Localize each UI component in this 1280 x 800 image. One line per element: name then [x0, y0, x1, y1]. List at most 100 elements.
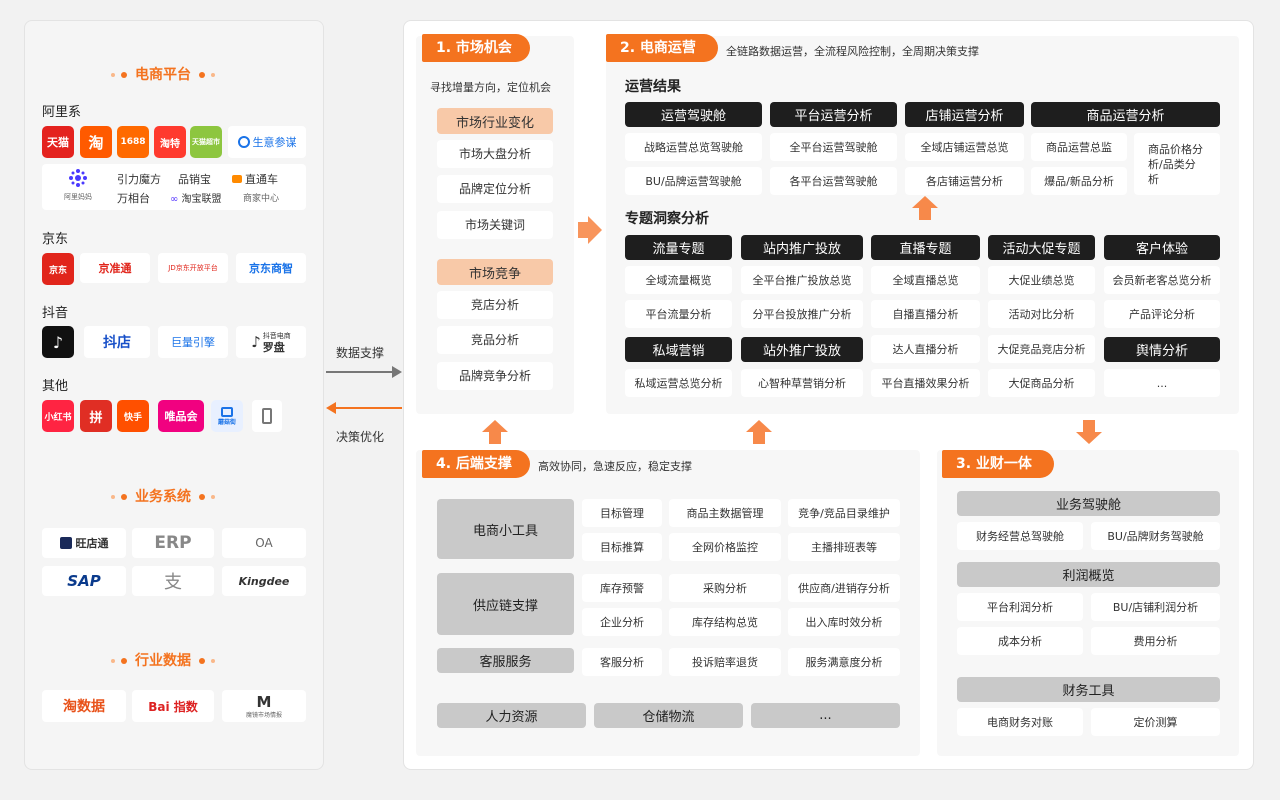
ops-result-item: 全域店铺运营总览: [905, 133, 1024, 161]
backend-item: 服务满意度分析: [788, 648, 900, 676]
wangdiantong-logo: 旺店通: [42, 528, 126, 558]
ops-result-item: 全平台运营驾驶舱: [770, 133, 897, 161]
ops-result-item: 各店铺运营分析: [905, 167, 1024, 195]
backend-tab: 4. 后端支撑: [422, 450, 530, 478]
topic-item: 分平台投放推广分析: [741, 300, 863, 328]
finance-item: 平台利润分析: [957, 593, 1083, 621]
backend-supply-head: 供应链支撑: [437, 573, 574, 635]
topic-item: 平台流量分析: [625, 300, 732, 328]
backend-item: 客服分析: [582, 648, 662, 676]
market-change-head: 市场行业变化: [437, 108, 553, 134]
market-subtitle: 寻找增量方向，定位机会: [430, 81, 551, 94]
topic-head: 私域营销: [625, 337, 732, 362]
ops-result-head: 运营驾驶舱: [625, 102, 762, 127]
jingzhuntong-logo: 京准通: [80, 253, 150, 283]
finance-item: 财务经营总驾驶舱: [957, 522, 1083, 550]
backend-subtitle: 高效协同，急速反应，稳定支撑: [538, 460, 692, 473]
zhitongche: 直通车: [232, 171, 278, 187]
mobile-icon: [252, 400, 282, 432]
taobao-lianmeng: ∞ 淘宝联盟: [170, 194, 222, 205]
ops-result-item: 战略运营总览驾驶舱: [625, 133, 762, 161]
ops-result-heading: 运营结果: [625, 79, 681, 95]
topic-item: 全域直播总览: [871, 266, 980, 294]
decision-label: 决策优化: [336, 430, 385, 444]
other-label: 其他: [42, 379, 69, 394]
topic-item: 大促商品分析: [988, 369, 1095, 397]
infinity-icon: ∞: [170, 194, 179, 205]
tmall-supermarket-logo: 天猫超市: [190, 126, 222, 158]
market-competition-head: 市场竞争: [437, 259, 553, 285]
ops-result-item: 商品运营总监: [1031, 133, 1127, 161]
topic-head: 舆情分析: [1104, 337, 1220, 362]
flow-arrow-up: [912, 196, 938, 220]
camera-icon: [221, 406, 233, 417]
data-support-arrow: [326, 366, 402, 378]
market-tab: 1. 市场机会: [422, 34, 530, 62]
topic-head: 站外推广投放: [741, 337, 863, 362]
backend-item: 企业分析: [582, 608, 662, 636]
wanxiangtai: 万相台: [117, 192, 150, 205]
luopan-logo: ♪ 抖音电商 罗盘: [236, 326, 306, 358]
topic-item: 产品评论分析: [1104, 300, 1220, 328]
backend-bottom-item: 人力资源: [437, 703, 586, 728]
backend-item: 出入库时效分析: [788, 608, 900, 636]
topic-item: 全域流量概览: [625, 266, 732, 294]
juliang-yinqing-logo: 巨量引擎: [158, 326, 228, 358]
market-item: 品牌竞争分析: [437, 362, 553, 390]
finance-head: 利润概览: [957, 562, 1220, 587]
erp-logo: ERP: [132, 528, 214, 558]
pinxiaobao: 品销宝: [178, 173, 211, 186]
backend-item: 目标管理: [582, 499, 662, 527]
baidu-index-logo: Bai 指数: [132, 690, 214, 722]
finance-tab: 3. 业财一体: [942, 450, 1054, 478]
topic-item: 大促竞品竞店分析: [988, 335, 1095, 363]
sap-logo: SAP: [42, 566, 126, 596]
finance-head: 财务工具: [957, 677, 1220, 702]
doudian-logo: 抖店: [84, 326, 150, 358]
douyin-label: 抖音: [42, 306, 69, 321]
market-item: 市场关键词: [437, 211, 553, 239]
backend-tools-head: 电商小工具: [437, 499, 574, 559]
topic-item: 自播直播分析: [871, 300, 980, 328]
kingdee-logo: Kingdee: [222, 566, 306, 596]
topic-item: 会员新老客总览分析: [1104, 266, 1220, 294]
finance-item: BU/店铺利润分析: [1091, 593, 1220, 621]
topic-head: 活动大促专题: [988, 235, 1095, 260]
ops-result-item: 各平台运营驾驶舱: [770, 167, 897, 195]
market-item: 品牌定位分析: [437, 175, 553, 203]
topic-item: ...: [1104, 369, 1220, 397]
topic-item: 全平台推广投放总览: [741, 266, 863, 294]
pinduoduo-logo: 拼: [80, 400, 112, 432]
finance-item: BU/品牌财务驾驶舱: [1091, 522, 1220, 550]
industry-title: 行业数据: [22, 650, 304, 670]
finance-item: 定价测算: [1091, 708, 1220, 736]
topic-head: 站内推广投放: [741, 235, 863, 260]
tmall-logo: 天猫: [42, 126, 74, 158]
finance-item: 电商财务对账: [957, 708, 1083, 736]
tiktok-icon: ♪: [251, 333, 261, 351]
taote-logo: 淘特: [154, 126, 186, 158]
backend-item: 采购分析: [669, 574, 781, 602]
operations-subtitle: 全链路数据运营，全流程风险控制，全周期决策支撑: [726, 45, 979, 58]
backend-item: 全网价格监控: [669, 533, 781, 561]
wdt-icon: [59, 537, 72, 549]
decision-arrow: [326, 402, 402, 414]
market-item: 竞品分析: [437, 326, 553, 354]
finance-item: 成本分析: [957, 627, 1083, 655]
alipay-logo: 支: [132, 566, 214, 596]
backend-bottom-item: 仓储物流: [594, 703, 743, 728]
finance-head: 业务驾驶舱: [957, 491, 1220, 516]
ops-result-head: 商品运营分析: [1031, 102, 1220, 127]
business-title: 业务系统: [22, 486, 304, 506]
flow-arrow-right: [578, 216, 602, 244]
shangjia-zhongxin: 商家中心: [243, 194, 280, 204]
market-item: 市场大盘分析: [437, 140, 553, 168]
backend-bottom-item: ...: [751, 703, 900, 728]
operations-tab: 2. 电商运营: [606, 34, 718, 62]
ops-result-item: BU/品牌运营驾驶舱: [625, 167, 762, 195]
topic-item: 私域运营总览分析: [625, 369, 732, 397]
flow-arrow-up: [746, 420, 772, 444]
jd-shangzhi-logo: 京东商智: [236, 253, 306, 283]
train-icon: [232, 175, 242, 183]
topic-head: 直播专题: [871, 235, 980, 260]
